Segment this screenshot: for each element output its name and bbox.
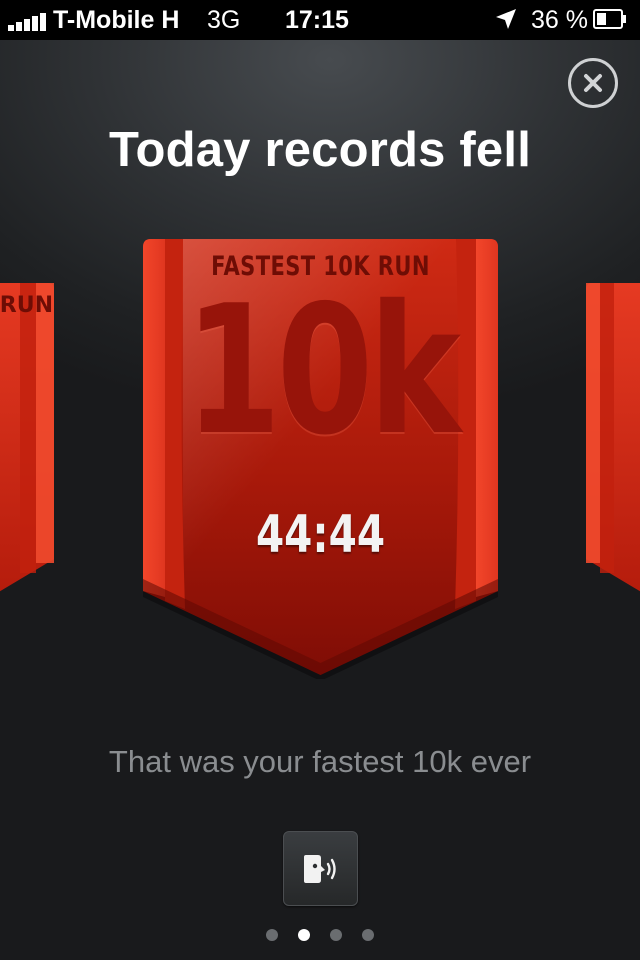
page-dot-1[interactable]: [266, 929, 278, 941]
badge-distance: 10k: [184, 267, 461, 474]
battery-percent: 36 %: [531, 6, 588, 34]
signal-icon: [8, 11, 48, 31]
status-time: 17:15: [285, 6, 349, 34]
record-message: That was your fastest 10k ever: [108, 744, 532, 779]
location-arrow-icon: [496, 9, 516, 29]
close-button[interactable]: [568, 58, 618, 108]
page-dot-4[interactable]: [362, 929, 374, 941]
status-bar: T-Mobile H 3G 17:15 36 %: [0, 0, 640, 40]
badge-record-time: 44:44: [255, 505, 386, 565]
next-badge[interactable]: [586, 283, 640, 593]
page-title: Today records fell: [108, 123, 532, 177]
network-type: 3G: [207, 6, 241, 34]
page-dot-2[interactable]: [298, 929, 310, 941]
close-icon: [584, 74, 602, 92]
page-dot-3[interactable]: [330, 929, 342, 941]
pagination-dots: [0, 929, 640, 943]
previous-badge-label: RUN: [0, 293, 53, 318]
speaker-voice-icon: [303, 854, 336, 883]
battery-icon: [593, 9, 626, 29]
previous-badge[interactable]: [0, 283, 54, 593]
voice-feedback-button[interactable]: [283, 831, 358, 906]
record-screen: T-Mobile H 3G 17:15 36 % Today records f…: [0, 0, 640, 960]
carrier-name: T-Mobile H: [53, 6, 180, 34]
